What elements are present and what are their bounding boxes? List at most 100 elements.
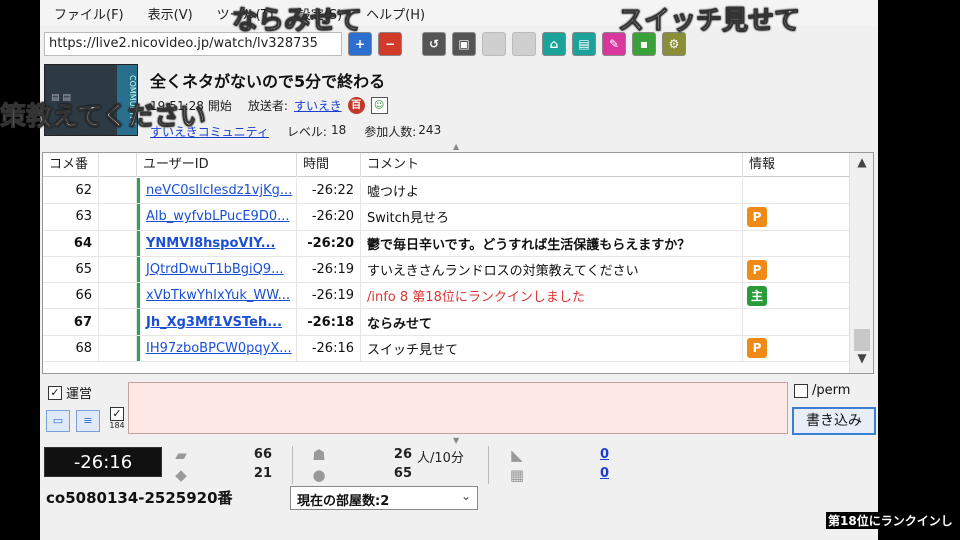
user-id-link[interactable]: YNMVI8hspoVIY...	[146, 236, 275, 251]
comments-recent: 21	[253, 466, 272, 481]
disabled-tool-icon[interactable]	[482, 32, 506, 56]
table-row[interactable]: 66 xVbTkwYhIxYuk_WW... -26:19 /info 8 第1…	[43, 283, 849, 310]
anonymous-count: 184	[109, 421, 125, 430]
cell-user-id: JQtrdDwuT1bBgiQ9...	[137, 256, 297, 283]
level-value: 18	[330, 123, 347, 137]
cell-time: -26:16	[297, 335, 361, 362]
elapsed-timer: -26:16	[44, 447, 162, 477]
level-label: レベル:	[286, 125, 327, 139]
program-title: 全くネタがないので5分で終わる	[150, 72, 386, 91]
user-id-link[interactable]: JQtrdDwuT1bBgiQ9...	[146, 262, 284, 277]
table-row[interactable]: 63 Alb_wyfvbLPucE9D0... -26:20 Switch見せろ…	[43, 204, 849, 231]
cell-comment: すいえきさんランドロスの対策教えてください	[361, 256, 743, 283]
col-comment[interactable]: コメント	[361, 153, 743, 177]
divider	[488, 446, 489, 484]
robot-icon: ☺	[370, 97, 388, 114]
perm-label: /perm	[812, 383, 851, 398]
perm-checkbox[interactable]: /perm	[794, 383, 850, 398]
cell-time: -26:19	[297, 256, 361, 283]
overlay-comment: ならみせて	[231, 6, 363, 37]
comment-input[interactable]	[128, 382, 788, 434]
table-scrollbar[interactable]: ▲ ▼	[849, 153, 873, 373]
cell-info: 主	[743, 283, 811, 308]
user-id-link[interactable]: Jh_Xg3Mf1VSTeh...	[146, 315, 282, 330]
cell-info: P	[743, 336, 811, 361]
cell-comment: 嘘つけよ	[361, 178, 743, 204]
check-icon[interactable]: ✓	[48, 385, 62, 400]
check-icon[interactable]: ✓	[110, 407, 124, 421]
user-id-link[interactable]: neVC0sIlcIesdz1vjKg...	[146, 183, 292, 198]
user-id-link[interactable]: Alb_wyfvbLPucE9D0...	[146, 209, 290, 224]
menu-file[interactable]: ファイル(F)	[54, 4, 124, 23]
reload-icon[interactable]: ↺	[422, 32, 446, 56]
collapse-up-icon[interactable]: ▲	[453, 142, 459, 151]
col-info[interactable]: 情報	[743, 153, 811, 177]
user-id-link[interactable]: IH97zboBPCW0pqyX...	[146, 341, 292, 356]
menu-view[interactable]: 表示(V)	[148, 4, 193, 23]
cell-time: -26:19	[297, 283, 361, 309]
col-user-id[interactable]: ユーザーID	[137, 153, 297, 177]
ad-points-link[interactable]: 0	[600, 447, 609, 462]
comment-bubble-icon: ▰	[175, 446, 187, 464]
user-id-link[interactable]: xVbTkwYhIxYuk_WW...	[146, 288, 290, 303]
participants-value: 243	[418, 123, 442, 137]
comments-total: 66	[253, 447, 272, 462]
cell-number: 68	[43, 335, 99, 362]
cell-user-id: YNMVI8hspoVIY...	[137, 230, 297, 256]
cell-number: 67	[43, 309, 99, 335]
scroll-down-icon[interactable]: ▼	[850, 351, 873, 371]
cell-info: P	[743, 204, 811, 229]
viewers-recent: 65	[393, 466, 412, 481]
cell-time: -26:18	[297, 309, 361, 335]
room-select[interactable]: 現在の部屋数:2 ⌄	[290, 486, 478, 510]
cell-user-id: Jh_Xg3Mf1VSTeh...	[137, 309, 297, 335]
stats-icon[interactable]: ▤	[572, 32, 596, 56]
premium-icon: P	[747, 338, 767, 359]
window-icon[interactable]: ▣	[452, 32, 476, 56]
sidebar-toggle-icon[interactable]: ▭	[46, 410, 70, 432]
table-row[interactable]: 65 JQtrdDwuT1bBgiQ9... -26:19 すいえきさんランドロ…	[43, 256, 849, 284]
write-button[interactable]: 書き込み	[792, 407, 876, 435]
collapse-down-icon[interactable]: ▼	[453, 436, 459, 445]
cell-comment: スイッチ見せて	[361, 335, 743, 362]
cell-user-id: IH97zboBPCW0pqyX...	[137, 335, 297, 362]
table-row[interactable]: 67 Jh_Xg3Mf1VSTeh... -26:18 ならみせて	[43, 309, 849, 336]
start-label: 開始	[207, 99, 232, 113]
disabled-tool-icon-2[interactable]	[512, 32, 536, 56]
col-blank[interactable]	[99, 153, 137, 177]
speech-icon[interactable]: ⌂	[542, 32, 566, 56]
overlay-comment: 策教えてください	[0, 102, 206, 133]
menu-help[interactable]: ヘルプ(H)	[366, 4, 425, 23]
cell-user-id: Alb_wyfvbLPucE9D0...	[137, 204, 297, 230]
megaphone-icon: ◣	[511, 446, 523, 464]
scroll-up-icon[interactable]: ▲	[850, 155, 873, 175]
scroll-thumb[interactable]	[854, 329, 870, 351]
premium-icon: P	[747, 259, 767, 280]
disconnect-icon[interactable]: −	[378, 32, 402, 56]
cell-number: 65	[43, 256, 99, 283]
cell-time: -26:22	[297, 178, 361, 204]
cell-time: -26:20	[297, 230, 361, 256]
cell-comment: 鬱で毎日辛いです。どうすれば生活保護もらえますか？	[361, 230, 743, 256]
col-time[interactable]: 時間	[297, 153, 361, 177]
anonymous-checkbox[interactable]: ✓ 184	[108, 406, 126, 430]
table-row[interactable]: 68 IH97zboBPCW0pqyX... -26:16 スイッチ見せて P	[43, 335, 849, 363]
operator-checkbox[interactable]: ✓ 運営	[48, 383, 92, 402]
cell-info	[743, 231, 811, 256]
col-number[interactable]: コメ番	[43, 153, 99, 177]
chevron-down-icon[interactable]: ⌄	[461, 489, 471, 503]
viewer-person-icon: ●	[312, 466, 326, 484]
table-header: コメ番 ユーザーID 時間 コメント 情報	[43, 153, 849, 177]
viewers-rate-unit: 人/10分	[417, 451, 464, 466]
cell-user-id: xVbTkwYhIxYuk_WW...	[137, 283, 297, 309]
checkbox-icon[interactable]	[794, 383, 808, 398]
broadcaster-link[interactable]: すいえき	[294, 97, 342, 114]
list-icon[interactable]: ≡	[76, 410, 100, 432]
hyaku-badge-icon: 百	[347, 97, 365, 114]
gift-points-link[interactable]: 0	[600, 466, 609, 481]
table-row[interactable]: 64 YNMVI8hspoVIY... -26:20 鬱で毎日辛いです。どうすれ…	[43, 230, 849, 257]
table-row[interactable]: 62 neVC0sIlcIesdz1vjKg... -26:22 嘘つけよ	[43, 178, 849, 205]
viewers-group-icon: ☗	[312, 446, 326, 464]
cell-comment: /info 8 第18位にランクインしました	[361, 283, 743, 309]
comment-table: コメ番 ユーザーID 時間 コメント 情報 62 neVC0sIlcIesdz1…	[42, 152, 874, 374]
